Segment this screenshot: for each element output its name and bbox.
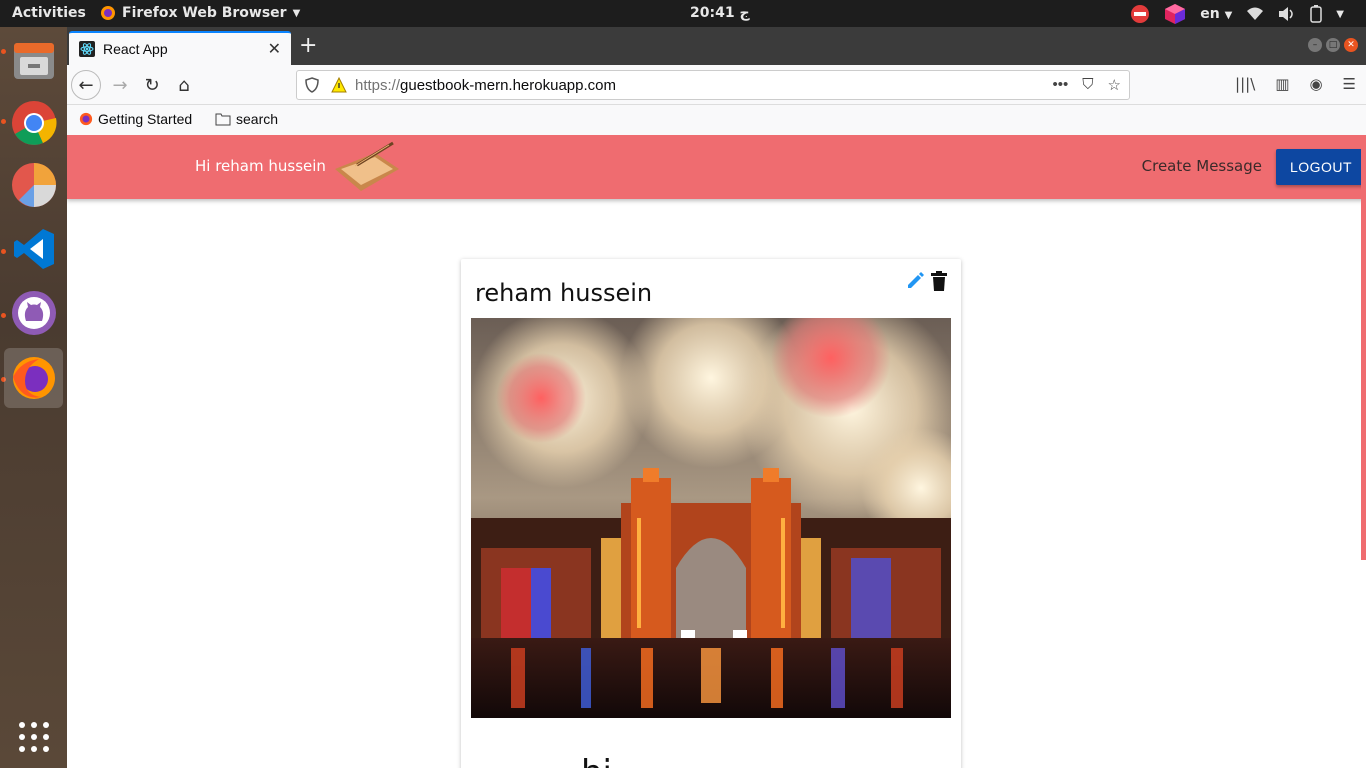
create-message-link[interactable]: Create Message	[1142, 157, 1262, 175]
chevron-down-icon: ▼	[292, 7, 301, 19]
edit-pencil-icon[interactable]	[905, 271, 925, 291]
folder-icon	[215, 113, 231, 126]
page-actions-icon[interactable]: •••	[1053, 76, 1069, 94]
firefox-icon	[101, 6, 115, 20]
new-tab-icon[interactable]: +	[299, 33, 317, 58]
toolbar-right: |||\ ▥ ◉ ☰	[1235, 75, 1356, 93]
app-menu-label: Firefox Web Browser	[122, 5, 287, 21]
language-label: en	[1200, 6, 1220, 22]
forward-icon[interactable]: →	[105, 70, 135, 100]
navigation-toolbar: ← → ↻ ⌂ https://guestbook-mern.herokuapp…	[67, 65, 1366, 105]
app-navbar: Hi reham hussein Create Message LOGOUT	[67, 135, 1366, 560]
window-controls: – □ ✕	[1308, 38, 1358, 52]
firefox-dock-icon[interactable]	[4, 348, 63, 408]
url-bar[interactable]: https://guestbook-mern.herokuapp.com •••…	[296, 70, 1130, 100]
close-window-icon[interactable]: ✕	[1344, 38, 1358, 52]
files-app-icon[interactable]	[4, 31, 63, 91]
chevron-down-icon[interactable]: ▼	[1336, 9, 1344, 20]
back-icon[interactable]: ←	[71, 70, 101, 100]
bookmark-label: search	[236, 111, 279, 127]
insecure-lock-icon[interactable]	[331, 77, 347, 93]
tab-title: React App	[103, 41, 168, 57]
system-top-bar: Activities Firefox Web Browser ▼ 20:41 ج…	[0, 0, 1366, 27]
tab-react-app[interactable]: React App ✕	[69, 31, 291, 65]
react-icon	[79, 41, 95, 57]
show-applications-icon[interactable]	[4, 707, 63, 767]
scrollbar[interactable]	[1361, 135, 1366, 560]
logout-button[interactable]: LOGOUT	[1276, 149, 1366, 185]
tab-bar: React App ✕ + – □ ✕	[67, 27, 1366, 65]
activities-button[interactable]: Activities	[12, 5, 86, 21]
home-icon[interactable]: ⌂	[169, 70, 199, 100]
tracking-shield-icon[interactable]	[305, 77, 319, 93]
delete-trash-icon[interactable]	[931, 271, 947, 291]
app-menu[interactable]: Firefox Web Browser ▼	[100, 5, 300, 21]
account-icon[interactable]: ◉	[1309, 75, 1322, 93]
message-card: reham hussein	[461, 259, 961, 768]
bookmarks-toolbar: Getting Started search	[67, 105, 1366, 135]
minimize-icon[interactable]: –	[1308, 38, 1322, 52]
bookmark-label: Getting Started	[98, 111, 193, 127]
wifi-icon[interactable]	[1246, 6, 1264, 22]
page-content: Hi reham hussein Create Message LOGOUT r…	[67, 135, 1366, 768]
bookmark-getting-started[interactable]: Getting Started	[79, 111, 192, 127]
message-image	[471, 318, 951, 718]
do-not-disturb-icon[interactable]	[1130, 4, 1150, 24]
vscode-icon[interactable]	[4, 219, 63, 279]
firefox-icon	[79, 112, 93, 126]
message-text: hi	[581, 753, 612, 768]
firefox-window: React App ✕ + – □ ✕ ← → ↻ ⌂ https://gues…	[67, 27, 1366, 768]
system-tray: en ▼ ▼	[1130, 3, 1344, 25]
chevron-down-icon: ▼	[1224, 10, 1233, 21]
url-host: guestbook-mern.herokuapp.com	[400, 76, 616, 94]
clock[interactable]: 20:41 ج	[690, 5, 750, 21]
sidebar-icon[interactable]: ▥	[1275, 75, 1289, 93]
bookmark-folder-search[interactable]: search	[215, 111, 278, 127]
url-protocol: https://	[355, 76, 401, 94]
reload-icon[interactable]: ↻	[137, 70, 167, 100]
user-greeting: Hi reham hussein	[195, 157, 326, 175]
chromium-pie-icon[interactable]	[4, 155, 63, 215]
hamburger-menu-icon[interactable]: ☰	[1343, 75, 1356, 93]
cube-app-icon[interactable]	[1164, 3, 1186, 25]
library-icon[interactable]: |||\	[1235, 75, 1255, 93]
chrome-icon[interactable]	[4, 93, 63, 153]
battery-icon[interactable]	[1310, 5, 1323, 23]
volume-icon[interactable]	[1278, 6, 1296, 22]
close-tab-icon[interactable]: ✕	[268, 39, 281, 59]
dock	[0, 27, 67, 768]
maximize-icon[interactable]: □	[1326, 38, 1340, 52]
bookmark-star-icon[interactable]: ☆	[1108, 76, 1121, 94]
github-icon[interactable]	[4, 283, 63, 343]
message-author: reham hussein	[475, 279, 653, 307]
language-indicator[interactable]: en ▼	[1200, 6, 1232, 22]
guestbook-logo-icon[interactable]	[331, 139, 403, 195]
pocket-icon[interactable]: ⛉	[1082, 76, 1093, 94]
